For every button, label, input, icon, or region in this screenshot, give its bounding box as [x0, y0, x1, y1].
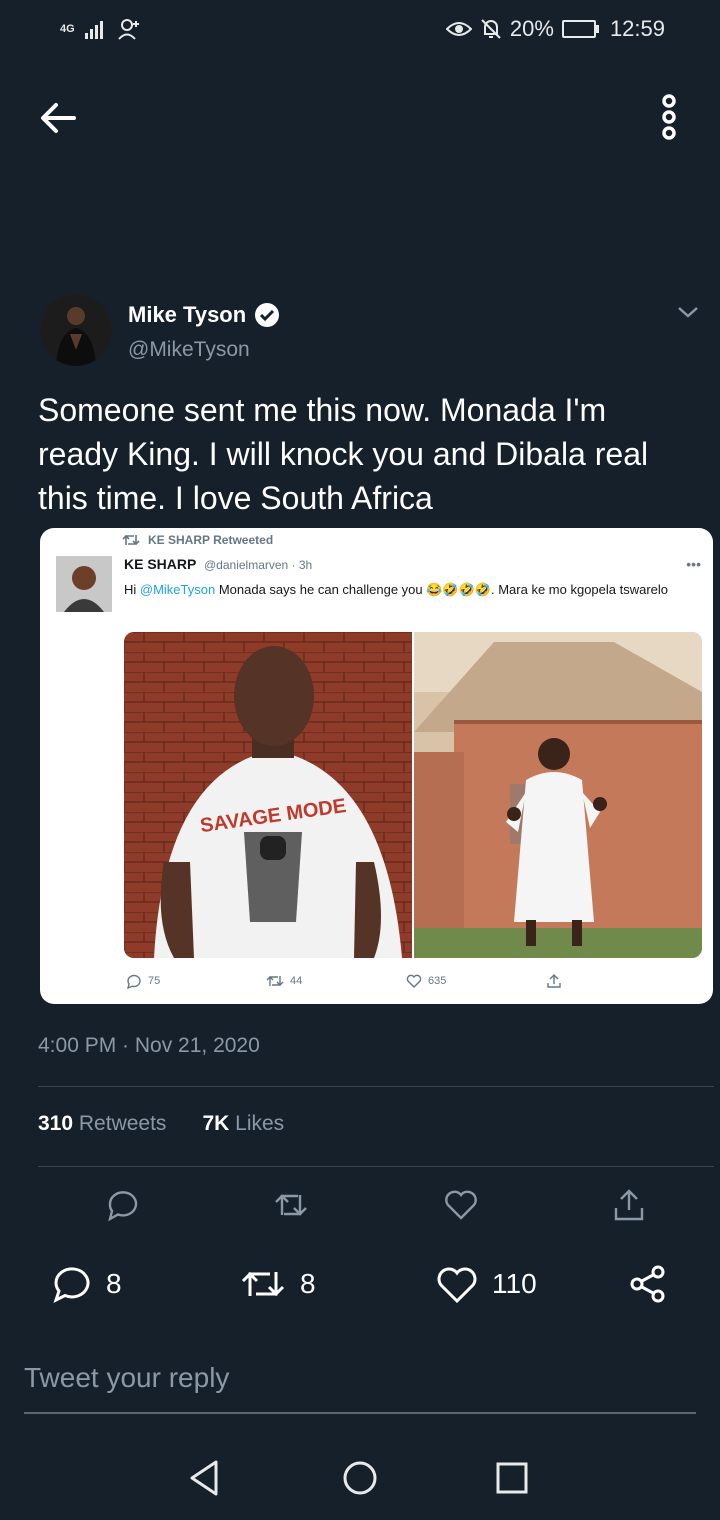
tweet-timestamp: 4:00 PM · Nov 21, 2020 [38, 1034, 260, 1057]
retweets-button[interactable]: 8 [240, 1264, 316, 1304]
embedded-text-suffix: Monada says he can challenge you 😂🤣🤣🤣. M… [215, 582, 669, 597]
battery-percent: 20% [509, 16, 554, 41]
status-left: 4G [60, 18, 141, 40]
tweet-stats: 310 Retweets 7K Likes [38, 1112, 284, 1136]
nav-home-icon[interactable] [340, 1458, 380, 1498]
embedded-actions: 75 44 635 [126, 973, 686, 989]
embedded-author: KE SHARP @danielmarven · 3h [124, 556, 312, 572]
embedded-handle: @danielmarven · 3h [203, 558, 313, 572]
retweets-count: 310 [38, 1112, 74, 1135]
embedded-retweets-count: 44 [290, 975, 303, 987]
embedded-replies: 75 [126, 973, 266, 989]
likes-count: 7K [202, 1112, 230, 1135]
like-icon [437, 1267, 477, 1304]
retweets-label: Retweets [78, 1112, 167, 1135]
retweet-icon[interactable] [274, 1188, 308, 1222]
embedded-likes-count: 635 [428, 975, 447, 987]
signal-icon [84, 21, 103, 39]
embedded-share [546, 973, 686, 989]
reply-input[interactable]: Tweet your reply [24, 1362, 696, 1414]
embedded-photo-right [414, 632, 702, 958]
eye-icon [445, 22, 472, 36]
embedded-retweeted-text: KE SHARP Retweeted [148, 533, 274, 547]
embedded-retweets: 44 [266, 973, 406, 989]
embedded-retweet-icon [266, 976, 284, 986]
embedded-text-prefix: Hi [124, 582, 140, 597]
embedded-more-icon: ••• [686, 556, 701, 572]
embedded-mention: @MikeTyson [139, 582, 216, 597]
comment-icon [53, 1267, 90, 1303]
replies-count: 8 [106, 1268, 122, 1299]
retweets-small-count: 8 [300, 1268, 316, 1299]
embedded-name: KE SHARP [124, 556, 197, 572]
clock: 12:59 [609, 16, 665, 41]
divider [38, 1166, 714, 1167]
share-network-icon [630, 1265, 665, 1303]
battery-icon [561, 20, 599, 38]
likes-small-count: 110 [492, 1268, 537, 1299]
engagement-row: 8 8 110 [0, 1264, 720, 1314]
retweet-icon [122, 534, 140, 546]
likes-stat[interactable]: 7K Likes [202, 1112, 284, 1136]
embedded-replies-count: 75 [148, 975, 161, 987]
chevron-down-icon[interactable] [676, 302, 700, 322]
nav-back-icon[interactable] [186, 1458, 226, 1498]
nav-recents-icon[interactable] [492, 1458, 532, 1498]
retweets-stat[interactable]: 310 Retweets [38, 1112, 166, 1136]
author-name[interactable]: Mike Tyson [128, 302, 280, 328]
network-label: 4G [60, 23, 75, 35]
embedded-heart-icon [406, 974, 422, 988]
embedded-avatar [56, 556, 112, 612]
reply-icon[interactable] [106, 1188, 140, 1222]
embedded-share-icon [547, 974, 561, 988]
author-name-text: Mike Tyson [128, 302, 247, 327]
tweet-image[interactable]: KE SHARP Retweeted KE SHARP @danielmarve… [40, 528, 713, 1004]
likes-button[interactable]: 110 [436, 1264, 537, 1304]
tweet-text: Someone sent me this now. Monada I'm rea… [38, 392, 649, 516]
verified-badge-icon [255, 303, 280, 327]
retweet-count-icon [241, 1271, 285, 1297]
status-bar: 4G 20% 12:59 [0, 0, 720, 62]
back-arrow-icon[interactable] [36, 96, 80, 140]
author-avatar[interactable] [40, 294, 112, 366]
more-options-icon[interactable] [654, 92, 684, 142]
heart-icon[interactable] [444, 1188, 478, 1222]
replies-button[interactable]: 8 [52, 1264, 122, 1304]
author-handle[interactable]: @MikeTyson [128, 338, 250, 362]
system-nav-bar [0, 1440, 720, 1520]
embedded-photo-left: SAVAGE MODE [124, 632, 412, 958]
embedded-likes: 635 [406, 973, 546, 989]
bell-off-icon [481, 19, 501, 39]
status-right: 20% 12:59 [445, 16, 665, 42]
embedded-retweeted-label: KE SHARP Retweeted [122, 533, 273, 547]
person-add-icon [117, 19, 139, 40]
share-button[interactable] [628, 1264, 668, 1304]
embedded-reply-icon [127, 974, 141, 989]
share-icon[interactable] [612, 1188, 646, 1222]
embedded-text: Hi @MikeTyson Monada says he can challen… [124, 580, 684, 600]
divider [38, 1086, 714, 1087]
likes-label: Likes [235, 1112, 285, 1135]
